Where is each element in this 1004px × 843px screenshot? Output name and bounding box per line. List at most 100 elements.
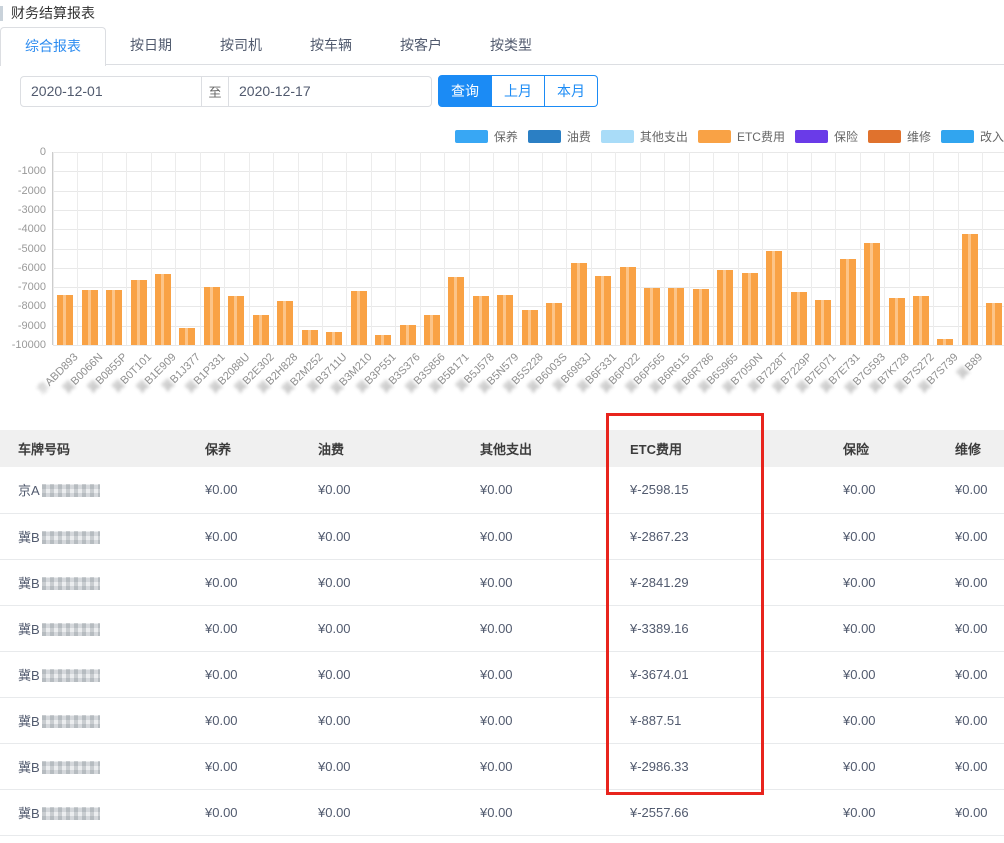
legend-item[interactable]: 油费 [528, 128, 591, 145]
prev-month-button[interactable]: 上月 [492, 75, 545, 107]
plate-mosaic-redaction [42, 761, 100, 774]
tab-4[interactable]: 按车辆 [286, 27, 376, 65]
bar-京ABD893 [57, 295, 73, 345]
tab-6[interactable]: 按类型 [466, 27, 556, 65]
table-row: 京A¥0.00¥0.00¥0.00¥-2598.15¥0.00¥0.00 [0, 467, 1004, 513]
v-gridline [982, 152, 983, 345]
bar-冀B7229P [791, 292, 807, 345]
v-gridline [102, 152, 103, 345]
h-gridline [53, 306, 1004, 307]
amount-cell: ¥0.00 [935, 513, 1004, 559]
settlement-table: 车牌号码保养油费其他支出ETC费用保险维修 京A¥0.00¥0.00¥0.00¥… [0, 430, 1004, 836]
expense-bar-chart: 保养油费其他支出ETC费用保险维修改入 0-1000-2000-3000-400… [0, 125, 1004, 413]
bar-冀B7K728 [889, 298, 905, 345]
v-gridline [151, 152, 152, 345]
bar-冀B3M210 [351, 291, 367, 345]
column-header: ETC费用 [610, 430, 820, 467]
column-header: 保险 [820, 430, 935, 467]
v-gridline [860, 152, 861, 345]
chart-legend: 保养 油费其他支出 ETC费用 保险 维修改入 [445, 128, 1004, 145]
v-gridline [77, 152, 78, 345]
v-gridline [200, 152, 201, 345]
plate-mosaic-redaction [42, 531, 100, 544]
legend-swatch [601, 130, 634, 143]
v-gridline [909, 152, 910, 345]
bar-冀B5S228 [522, 310, 538, 346]
legend-swatch [528, 130, 561, 143]
v-gridline [787, 152, 788, 345]
y-axis-tick-label: -1000 [0, 165, 46, 177]
legend-label: 油费 [567, 128, 591, 145]
bar-冀B6R786 [693, 289, 709, 345]
v-gridline [444, 152, 445, 345]
legend-item[interactable]: 改入 [941, 128, 1004, 145]
v-gridline [395, 152, 396, 345]
v-gridline [420, 152, 421, 345]
legend-swatch [455, 130, 488, 143]
legend-label: 保养 [494, 128, 518, 145]
bar-冀B0T101 [131, 280, 147, 345]
amount-cell: ¥0.00 [180, 789, 310, 835]
this-month-button[interactable]: 本月 [545, 75, 598, 107]
amount-cell: ¥0.00 [820, 697, 935, 743]
v-gridline [713, 152, 714, 345]
amount-cell: ¥0.00 [935, 789, 1004, 835]
legend-item[interactable]: 维修 [868, 128, 931, 145]
bar-冀B3S376 [400, 325, 416, 345]
v-gridline [175, 152, 176, 345]
title-accent-bar [0, 6, 3, 21]
amount-cell: ¥0.00 [465, 789, 610, 835]
amount-cell: ¥0.00 [820, 467, 935, 513]
y-axis-tick-label: -6000 [0, 262, 46, 274]
table-row: 冀B¥0.00¥0.00¥0.00¥-2986.33¥0.00¥0.00 [0, 743, 1004, 789]
legend-item[interactable]: 其他支出 [601, 128, 688, 145]
amount-cell: ¥0.00 [935, 467, 1004, 513]
amount-cell: ¥0.00 [180, 467, 310, 513]
tab-3[interactable]: 按司机 [196, 27, 286, 65]
legend-item[interactable]: ETC费用 [698, 128, 785, 145]
end-date-input[interactable] [229, 76, 432, 107]
y-axis-tick-label: -5000 [0, 243, 46, 255]
tab-1[interactable]: 综合报表 [0, 27, 106, 66]
amount-cell: ¥0.00 [310, 513, 465, 559]
bar-冀B5B171 [448, 277, 464, 345]
bar-冀B1J377 [179, 328, 195, 345]
column-header: 维修 [935, 430, 1004, 467]
y-axis-tick-label: -7000 [0, 281, 46, 293]
amount-cell: ¥-3674.01 [610, 651, 820, 697]
bar-冀B7E071 [815, 300, 831, 345]
h-gridline [53, 268, 1004, 269]
amount-cell: ¥0.00 [180, 651, 310, 697]
y-axis-tick-label: -2000 [0, 185, 46, 197]
v-gridline [689, 152, 690, 345]
legend-label: 维修 [907, 128, 931, 145]
plate-mosaic-redaction [42, 484, 100, 497]
start-date-input[interactable] [20, 76, 202, 107]
legend-item[interactable]: 保养 [455, 128, 518, 145]
y-axis-tick-label: -8000 [0, 300, 46, 312]
amount-cell: ¥-887.51 [610, 697, 820, 743]
amount-cell: ¥0.00 [310, 559, 465, 605]
tab-5[interactable]: 按客户 [376, 27, 466, 65]
plate-number-cell: 冀B [0, 513, 180, 559]
date-range-separator: 至 [202, 76, 229, 107]
amount-cell: ¥0.00 [180, 605, 310, 651]
legend-label: 保险 [834, 128, 858, 145]
v-gridline [762, 152, 763, 345]
h-gridline [53, 171, 1004, 172]
chart-x-axis-labels: 京ABD893冀B0066N冀B0855P冀B0T101冀B1E909冀B1J3… [0, 349, 1004, 411]
column-header: 油费 [310, 430, 465, 467]
table-row: 冀B¥0.00¥0.00¥0.00¥-3674.01¥0.00¥0.00 [0, 651, 1004, 697]
v-gridline [615, 152, 616, 345]
query-button[interactable]: 查询 [438, 75, 492, 107]
amount-cell: ¥-2841.29 [610, 559, 820, 605]
legend-swatch [868, 130, 901, 143]
legend-item[interactable]: 保险 [795, 128, 858, 145]
amount-cell: ¥0.00 [935, 605, 1004, 651]
bar-冀B2H828 [277, 301, 293, 345]
tab-2[interactable]: 按日期 [106, 27, 196, 65]
h-gridline [53, 191, 1004, 192]
amount-cell: ¥0.00 [310, 789, 465, 835]
v-gridline [249, 152, 250, 345]
page-title: 财务结算报表 [11, 3, 95, 23]
